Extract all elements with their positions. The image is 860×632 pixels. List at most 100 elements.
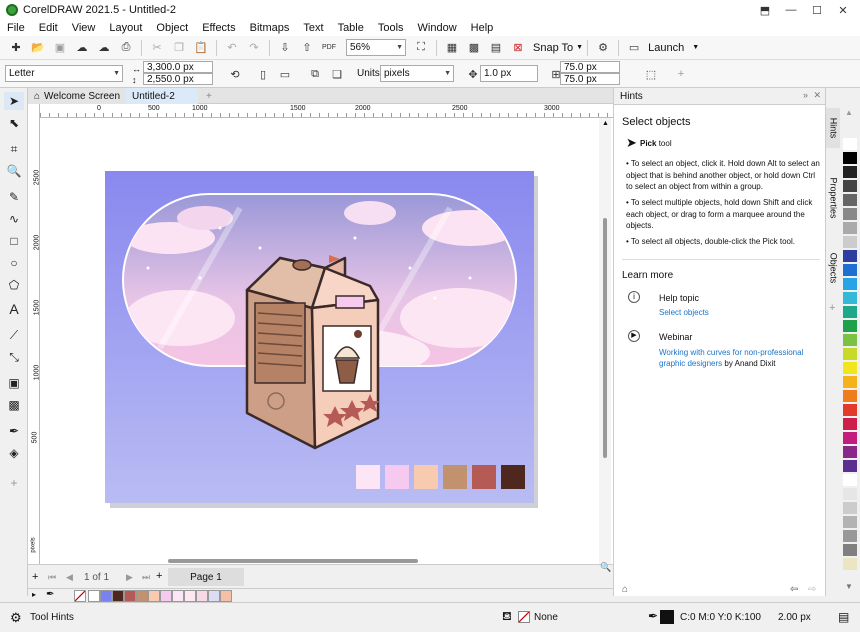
vertical-ruler[interactable]: 2500 2000 1500 1000 500 pixels [28,104,40,564]
connector-tool-icon[interactable]: ⤡ [4,348,24,366]
outline-pen-icon[interactable]: ✒ [648,609,658,623]
page-width-input[interactable]: 3,300.0 px [143,61,213,73]
first-page-icon[interactable]: ⏮ [48,572,56,583]
all-pages-icon[interactable]: ⧉ [305,65,325,83]
menu-edit[interactable]: Edit [32,22,65,34]
add-page-icon[interactable]: + [32,571,38,583]
menu-file[interactable]: File [0,22,32,34]
scroll-up-icon[interactable]: ▲ [602,120,609,127]
add-icon[interactable]: + [671,65,691,83]
polygon-tool-icon[interactable]: ⬠ [4,276,24,294]
palette-scroll-down-icon[interactable]: ▼ [845,582,853,591]
copy-icon[interactable]: ❐ [169,39,189,57]
zoom-tool-icon[interactable]: 🔍 [4,162,24,180]
new-document-icon[interactable]: ✚ [6,39,26,57]
menu-layout[interactable]: Layout [102,22,149,34]
horizontal-ruler[interactable]: 0 500 1000 1500 2000 2500 3000 [40,104,613,118]
menu-object[interactable]: Object [149,22,195,34]
palette-swatch[interactable] [843,306,857,318]
doc-palette-swatch[interactable] [124,590,136,602]
undo-icon[interactable]: ↶ [222,39,242,57]
duplicate-y-input[interactable]: 75.0 px [560,73,620,85]
add-page-after-icon[interactable]: + [156,570,162,582]
palette-swatch[interactable] [843,488,857,500]
transparency-tool-icon[interactable]: ▩ [4,396,24,414]
duplicate-x-input[interactable]: 75.0 px [560,61,620,73]
rulers-icon[interactable]: ▦ [442,39,462,57]
cloud-upload-icon[interactable]: ☁ [72,39,92,57]
palette-swatch[interactable] [843,390,857,402]
doc-palette-swatch[interactable] [196,590,208,602]
menu-effects[interactable]: Effects [195,22,242,34]
vertical-scrollbar[interactable]: ▲ [599,118,611,564]
doc-palette-swatch[interactable] [148,590,160,602]
save-icon[interactable]: ▣ [50,39,70,57]
palette-swatch[interactable] [843,222,857,234]
launch-icon[interactable]: ▭ [624,39,644,57]
parallel-dimension-tool-icon[interactable]: ⟋ [4,326,24,344]
no-color-swatch[interactable] [74,590,86,602]
menu-tools[interactable]: Tools [371,22,411,34]
export-icon[interactable]: ⇧ [297,39,317,57]
doc-palette-swatch[interactable] [100,590,112,602]
minimize-button[interactable]: — [778,0,804,20]
portrait-icon[interactable]: ▯ [253,65,273,83]
palette-swatch[interactable] [843,516,857,528]
next-page-icon[interactable]: ▶ [126,572,133,583]
color-settings-icon[interactable]: ▤ [838,610,849,624]
menu-view[interactable]: View [65,22,103,34]
horizontal-scrollbar-thumb[interactable] [168,559,418,563]
palette-scroll-up-icon[interactable]: ▲ [845,108,853,117]
orientation-cycle-icon[interactable]: ⟲ [225,65,245,83]
pick-tool-icon[interactable]: ➤ [4,92,24,110]
close-docker-icon[interactable]: ✕ [813,90,821,101]
options-gear-icon[interactable]: ⚙ [593,39,613,57]
rectangle-tool-icon[interactable]: □ [4,232,24,250]
last-page-icon[interactable]: ⏭ [142,572,150,583]
launch-dropdown[interactable]: Launch [648,42,684,54]
cut-icon[interactable]: ✂ [147,39,167,57]
palette-swatch[interactable] [843,264,857,276]
nudge-distance-input[interactable]: 1.0 px [480,65,538,82]
menu-text[interactable]: Text [296,22,330,34]
palette-swatch[interactable] [843,278,857,290]
print-icon[interactable]: ⎙ [116,39,136,57]
page-size-select[interactable]: Letter ▼ [5,65,123,82]
paste-icon[interactable]: 📋 [191,39,211,57]
zoom-level-select[interactable]: 56% ▼ [346,39,406,56]
new-tab-icon[interactable]: + [200,88,214,104]
palette-swatch[interactable] [843,334,857,346]
page-height-input[interactable]: 2,550.0 px [143,73,213,85]
tab-objects[interactable]: Objects [826,248,841,288]
doc-palette-swatch[interactable] [112,590,124,602]
palette-swatch[interactable] [843,404,857,416]
pin-icon[interactable]: ⬒ [752,0,778,20]
palette-swatch[interactable] [843,474,857,486]
text-tool-icon[interactable]: A [4,300,24,318]
snap-to-dropdown[interactable]: Snap To [533,42,573,54]
doc-palette-swatch[interactable] [136,590,148,602]
palette-swatch[interactable] [843,530,857,542]
eyedropper-tool-icon[interactable]: ✒ [4,422,24,440]
add-tool-icon[interactable]: + [4,474,24,492]
interactive-fill-tool-icon[interactable]: ◈ [4,444,24,462]
palette-swatch[interactable] [843,138,857,150]
doc-palette-swatch[interactable] [208,590,220,602]
menu-bitmaps[interactable]: Bitmaps [243,22,297,34]
scrollbar-thumb[interactable] [603,218,607,458]
treat-as-filled-icon[interactable]: ⬚ [641,65,661,83]
help-topic-link[interactable]: Select objects [659,308,709,317]
menu-help[interactable]: Help [464,22,501,34]
tab-properties[interactable]: Properties [826,168,841,228]
doc-palette-swatch[interactable] [220,590,232,602]
palette-swatch[interactable] [843,152,857,164]
maximize-button[interactable]: ☐ [804,0,830,20]
back-arrow-icon[interactable]: ⇦ [790,584,798,595]
snap-off-icon[interactable]: ⊠ [508,39,528,57]
import-icon[interactable]: ⇩ [275,39,295,57]
cloud-download-icon[interactable]: ☁ [94,39,114,57]
drawing-canvas[interactable] [40,118,613,564]
palette-swatch[interactable] [843,236,857,248]
ellipse-tool-icon[interactable]: ○ [4,254,24,272]
palette-swatch[interactable] [843,558,857,570]
